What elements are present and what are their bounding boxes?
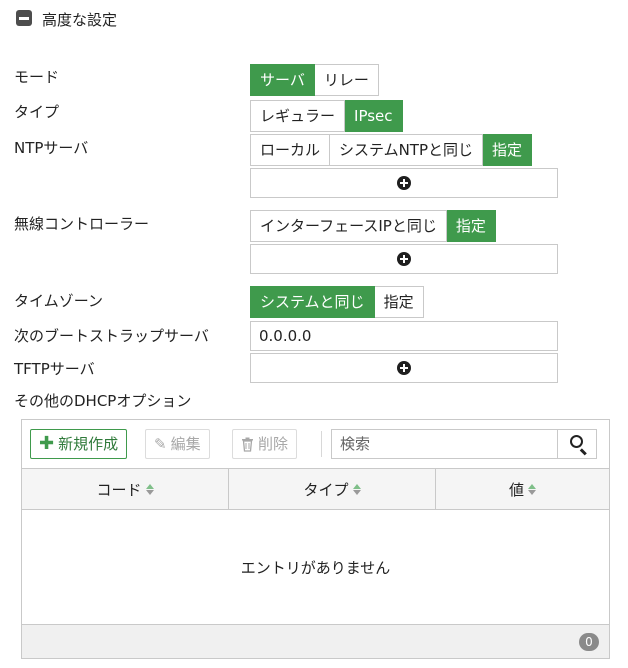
toolbar-divider	[321, 431, 322, 457]
delete-button[interactable]: 削除	[232, 429, 298, 459]
wlc-toggle: インターフェースIPと同じ 指定	[250, 210, 496, 242]
sort-icon	[528, 483, 536, 495]
type-ipsec-option[interactable]: IPsec	[345, 100, 403, 132]
ntp-add-button[interactable]	[250, 168, 558, 198]
create-new-button[interactable]: ✚ 新規作成	[30, 429, 128, 459]
table-toolbar: ✚ 新規作成 ✎ 編集 削除 検索	[22, 420, 609, 468]
dhcp-options-table: ✚ 新規作成 ✎ 編集 削除 検索 コード タイプ 値 エントリがありません 0	[21, 419, 610, 659]
ntp-system-option[interactable]: システムNTPと同じ	[330, 134, 483, 166]
search-icon-handle	[580, 448, 587, 456]
wlc-interface-option[interactable]: インターフェースIPと同じ	[250, 210, 447, 242]
tftp-add-button[interactable]	[250, 353, 558, 383]
column-type[interactable]: タイプ	[229, 469, 436, 509]
table-footer: 0	[22, 624, 609, 658]
column-code-label: コード	[96, 480, 142, 499]
pencil-icon: ✎	[154, 435, 167, 453]
mode-server-option[interactable]: サーバ	[250, 64, 315, 96]
next-bootstrap-input[interactable]: 0.0.0.0	[250, 321, 558, 351]
edit-button[interactable]: ✎ 編集	[145, 429, 210, 459]
wlc-label: 無線コントローラー	[14, 215, 150, 233]
mode-toggle: サーバ リレー	[250, 64, 379, 96]
search-button[interactable]	[557, 429, 597, 459]
timezone-specify-option[interactable]: 指定	[374, 286, 424, 318]
empty-message: エントリがありません	[240, 558, 391, 577]
wlc-add-button[interactable]	[250, 244, 558, 274]
type-label: タイプ	[14, 103, 60, 121]
type-toggle: レギュラー IPsec	[250, 100, 403, 132]
column-type-label: タイプ	[303, 480, 349, 499]
ntp-toggle: ローカル システムNTPと同じ 指定	[250, 134, 533, 166]
column-code[interactable]: コード	[22, 469, 229, 509]
timezone-label: タイムゾーン	[14, 292, 103, 310]
search-icon	[570, 435, 583, 448]
timezone-system-option[interactable]: システムと同じ	[250, 286, 375, 318]
delete-label: 削除	[258, 435, 289, 453]
section-title: 高度な設定	[42, 11, 118, 29]
plus-circle-icon	[397, 176, 411, 190]
entry-count-badge: 0	[579, 633, 599, 651]
sort-icon	[352, 483, 361, 495]
ntp-local-option[interactable]: ローカル	[250, 134, 331, 166]
mode-label: モード	[14, 68, 60, 86]
type-regular-option[interactable]: レギュラー	[250, 100, 346, 132]
column-value[interactable]: 値	[436, 469, 609, 509]
next-bootstrap-label: 次のブートストラップサーバ	[14, 327, 209, 345]
sort-icon	[145, 483, 154, 495]
mode-relay-option[interactable]: リレー	[314, 64, 379, 96]
wlc-specify-option[interactable]: 指定	[446, 210, 496, 242]
create-new-label: 新規作成	[58, 435, 119, 453]
timezone-toggle: システムと同じ 指定	[250, 286, 424, 318]
other-dhcp-label: その他のDHCPオプション	[14, 392, 192, 410]
ntp-label: NTPサーバ	[14, 139, 89, 157]
column-value-label: 値	[508, 480, 524, 499]
plus-icon: ✚	[39, 433, 55, 454]
trash-icon	[242, 437, 253, 452]
edit-label: 編集	[170, 435, 201, 453]
plus-circle-icon	[397, 361, 411, 375]
table-header: コード タイプ 値	[22, 468, 609, 510]
ntp-specify-option[interactable]: 指定	[483, 134, 533, 166]
collapse-icon[interactable]	[16, 10, 32, 26]
plus-circle-icon	[397, 252, 411, 266]
tftp-label: TFTPサーバ	[14, 360, 95, 378]
